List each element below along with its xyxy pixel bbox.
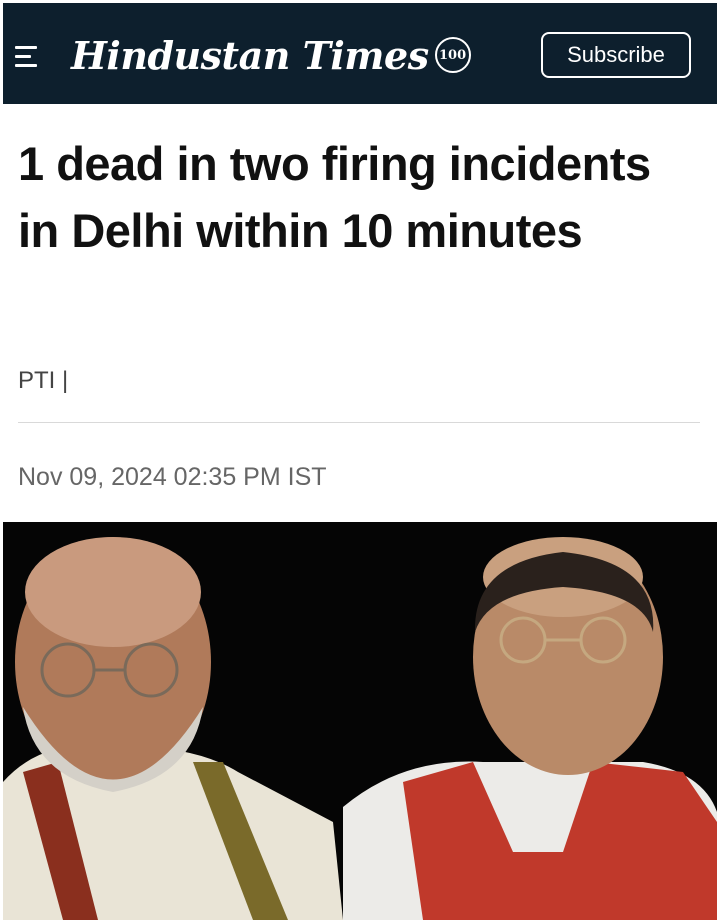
brand-logo[interactable]: Hindustan Times 100 [71, 29, 471, 81]
article-timestamp: Nov 09, 2024 02:35 PM IST [18, 463, 327, 491]
article-headline: 1 dead in two firing incidents in Delhi … [18, 137, 651, 257]
subscribe-button[interactable]: Subscribe [541, 32, 691, 78]
article-byline: PTI | [18, 367, 69, 394]
top-header: Hindustan Times 100 Subscribe [3, 3, 717, 104]
hundred-years-badge-icon: 100 [434, 37, 471, 73]
menu-icon[interactable] [15, 43, 51, 71]
article-photo [3, 522, 717, 920]
photo-illustration [3, 522, 717, 920]
brand-name: Hindustan Times [71, 32, 429, 78]
divider [18, 422, 700, 423]
